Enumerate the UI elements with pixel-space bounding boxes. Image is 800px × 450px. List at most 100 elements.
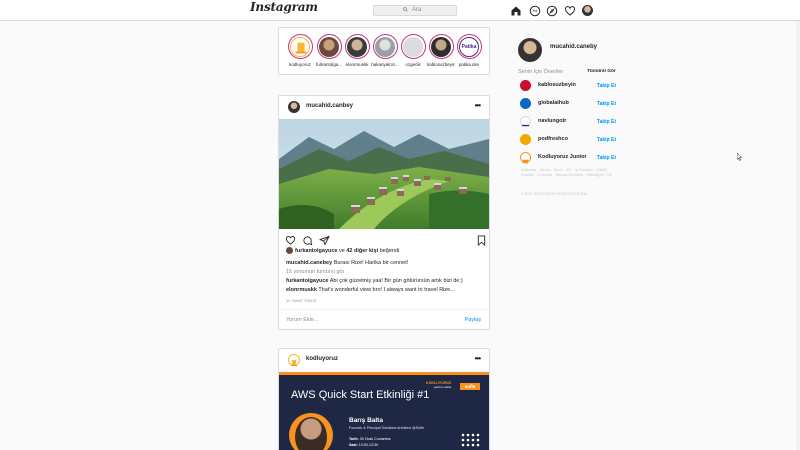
suggestion-avatar[interactable] — [520, 98, 531, 109]
post-photo[interactable] — [279, 119, 489, 229]
post-avatar[interactable] — [288, 354, 300, 366]
comment-icon[interactable] — [302, 233, 313, 246]
explore-icon[interactable] — [546, 4, 558, 17]
post-avatar[interactable] — [288, 101, 300, 113]
feed-post: mucahid.canbey ••• furkantolgayuce ve 42… — [278, 95, 490, 330]
comment-text: Abi çok güzelmiş yaa! Bir gün götürürsün… — [329, 278, 463, 284]
comment-username[interactable]: furkantolgayuce — [286, 278, 328, 284]
caption-text: Burası Rize! Harika bir cennet! — [333, 260, 409, 266]
event-time: Saat: 10:00-13:30 — [349, 443, 378, 447]
add-comment-bar: Yorum Ekle... Paylaş — [279, 309, 489, 329]
suggestion-avatar[interactable] — [520, 152, 531, 164]
likes-count[interactable]: 42 diğer kişi — [346, 248, 378, 254]
follow-button[interactable]: Takip Et — [597, 155, 616, 161]
follow-button[interactable]: Takip Et — [597, 83, 616, 89]
comment-text: That's wonderful view bro! I always want… — [318, 287, 455, 293]
page-scrollbar[interactable] — [796, 21, 800, 450]
suggestion-item: navlungotr Takip Et — [520, 116, 616, 128]
date-value: 30 Ocak Cumartesi — [359, 437, 391, 441]
comment-input[interactable]: Yorum Ekle... — [286, 317, 319, 323]
story-avatar — [290, 36, 310, 57]
stories-tray: kodluyoruz furkantolga... elonrmuskk hak… — [278, 27, 490, 75]
share-icon[interactable] — [319, 233, 330, 246]
patika-logo: Patika — [459, 36, 479, 57]
home-icon[interactable] — [510, 4, 522, 16]
suggestion-avatar[interactable] — [520, 80, 531, 91]
messenger-icon[interactable] — [529, 4, 541, 17]
more-options-icon[interactable]: ••• — [475, 354, 481, 363]
post-header: mucahid.canbey ••• — [279, 96, 489, 119]
story-ring — [400, 34, 426, 59]
suggestion-username[interactable]: globalaihub — [538, 100, 569, 106]
copyright-text: © 2021 INSTAGRAM FROM FACEBOOK — [521, 192, 588, 196]
sufle-logo: sufle — [460, 383, 480, 390]
follow-button[interactable]: Takip Et — [597, 101, 616, 107]
story-patika[interactable]: Patika patika.dev — [455, 34, 483, 67]
suggestion-item: podfreshco Takip Et — [520, 134, 616, 146]
suggestion-username[interactable]: podfreshco — [538, 136, 568, 142]
post-caption: mucahid.canebey Burası Rize! Harika bir … — [286, 260, 408, 266]
more-options-icon[interactable]: ••• — [475, 101, 481, 110]
banner-brand-sub: yazılım okulu — [433, 385, 452, 389]
mouse-cursor-icon — [736, 148, 743, 161]
suggestion-avatar[interactable] — [520, 116, 531, 127]
search-placeholder: Ara — [412, 7, 422, 13]
banner-title: AWS Quick Start Etkinliği #1 — [291, 389, 430, 401]
liker-avatar — [286, 247, 293, 254]
post-username[interactable]: mucahid.canbey — [306, 103, 353, 109]
suggestion-username[interactable]: Kodluyoruz Junior — [538, 154, 587, 160]
post-username[interactable]: kodluyoruz — [306, 356, 338, 362]
liker-username[interactable]: furkantolgayuce — [295, 248, 337, 254]
suggestion-item: globalaihub Takip Et — [520, 98, 616, 110]
suggestion-avatar[interactable] — [520, 134, 531, 145]
view-all-comments-link[interactable]: 15 yorumun tümünü gör — [286, 269, 344, 275]
story-username: patika.dev — [458, 62, 480, 67]
story-elonrmuskk[interactable]: elonrmuskk — [343, 34, 371, 67]
footer-links[interactable]: Hakkında · Yardım · Basın · API · İş Fır… — [521, 168, 613, 178]
post-comment-button[interactable]: Paylaş — [464, 317, 481, 323]
likes-suffix: beğendi — [379, 247, 400, 254]
likes-summary: furkantolgayuce ve 42 diğer kişi beğendi — [286, 247, 399, 254]
sidebar-username[interactable]: mucahid.caneby — [550, 44, 597, 50]
post-actions — [285, 233, 487, 247]
event-banner-image[interactable]: KODLUYORUZ yazılım okulu sufle AWS Quick … — [279, 372, 489, 450]
event-date: Tarih: 30 Ocak Cumartesi — [349, 437, 390, 441]
story-ring: Patika — [456, 34, 482, 59]
time-label: Saat: — [349, 443, 358, 447]
comment-username[interactable]: elonrmuskk — [286, 287, 317, 293]
story-ozgecik[interactable]: ozgecik — [399, 34, 427, 67]
story-kodluyoruz[interactable]: kodluyoruz — [286, 34, 314, 67]
story-username: kablosuzbeyin — [427, 62, 455, 67]
story-ring — [428, 34, 454, 59]
dot-pattern — [461, 433, 481, 450]
suggestion-username[interactable]: navlungotr — [538, 118, 566, 124]
heart-icon[interactable] — [564, 4, 576, 16]
profile-avatar[interactable] — [582, 5, 593, 16]
bookmark-icon[interactable] — [476, 233, 487, 247]
story-furkantolga[interactable]: furkantolga... — [315, 34, 343, 67]
story-kablosuzbeyin[interactable]: kablosuzbeyin — [427, 34, 455, 67]
comment-item: elonrmuskk That's wonderful view bro! I … — [286, 287, 455, 293]
suggestion-username[interactable]: kablosuzbeyin — [538, 82, 576, 88]
story-username: furkantolga... — [315, 62, 342, 67]
story-hakanyalcin[interactable]: hakanyalcin... — [371, 34, 399, 67]
follow-button[interactable]: Takip Et — [597, 137, 616, 143]
story-username: hakanyalcin... — [371, 62, 399, 67]
speaker-name: Barış Balta — [349, 417, 383, 424]
comment-item: furkantolgayuce Abi çok güzelmiş yaa! Bi… — [286, 278, 463, 284]
story-ring — [287, 34, 313, 59]
search-box[interactable]: Ara — [373, 5, 457, 16]
follow-button[interactable]: Takip Et — [597, 119, 616, 125]
sidebar-profile-avatar[interactable] — [518, 38, 542, 62]
banner-brand: KODLUYORUZ yazılım okulu — [426, 381, 451, 389]
caption-username[interactable]: mucahid.canebey — [286, 260, 332, 266]
search-icon — [403, 7, 408, 14]
story-ring — [316, 34, 342, 59]
story-username: elonrmuskk — [345, 62, 369, 67]
instagram-logo[interactable]: Instagram — [250, 0, 318, 14]
speaker-face — [295, 417, 327, 450]
likes-connector: ve — [339, 247, 345, 254]
see-all-button[interactable]: Tümünü Gör — [587, 69, 616, 74]
like-icon[interactable] — [285, 233, 296, 245]
suggestions-title: Senin İçin Öneriler — [518, 69, 564, 75]
